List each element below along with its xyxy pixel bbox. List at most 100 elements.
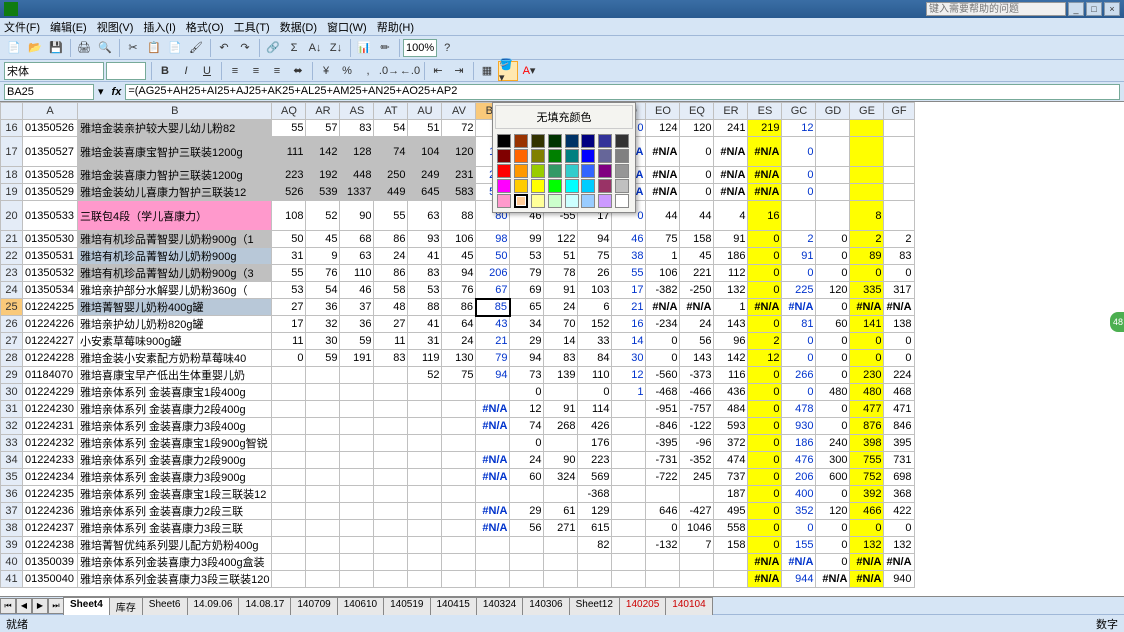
cell[interactable] — [408, 435, 442, 452]
italic-button[interactable]: I — [176, 61, 196, 81]
cell[interactable] — [374, 384, 408, 401]
cell[interactable] — [374, 452, 408, 469]
cell[interactable]: 569 — [578, 469, 612, 486]
cell[interactable]: 0 — [816, 231, 850, 248]
cell[interactable]: 1 — [714, 299, 748, 316]
cell[interactable] — [306, 571, 340, 588]
cell[interactable]: 468 — [884, 384, 914, 401]
cell[interactable]: 11 — [374, 333, 408, 350]
cell[interactable] — [612, 452, 646, 469]
cell[interactable] — [408, 486, 442, 503]
cell[interactable]: -382 — [646, 282, 680, 299]
cell[interactable]: 755 — [850, 452, 884, 469]
row-header[interactable]: 37 — [1, 503, 23, 520]
color-swatch[interactable] — [565, 194, 579, 208]
cell[interactable]: 75 — [646, 231, 680, 248]
cell[interactable]: #N/A — [646, 184, 680, 201]
cell[interactable]: 0 — [816, 350, 850, 367]
cell[interactable]: 645 — [408, 184, 442, 201]
indent-dec-button[interactable]: ⇤ — [428, 61, 448, 81]
cell[interactable] — [476, 486, 510, 503]
cell[interactable]: 940 — [884, 571, 914, 588]
close-button[interactable]: × — [1104, 2, 1120, 16]
row-header[interactable]: 21 — [1, 231, 23, 248]
cell[interactable]: 88 — [408, 299, 442, 316]
cell[interactable] — [646, 571, 680, 588]
cell[interactable]: 139 — [544, 367, 578, 384]
color-swatch[interactable] — [514, 134, 528, 148]
cell[interactable]: 雅培喜康宝早产低出生体重婴儿奶 — [78, 367, 272, 384]
cell[interactable]: 83 — [544, 350, 578, 367]
cell[interactable]: 雅培亲体系列 金装喜康力2段900g — [78, 452, 272, 469]
cell[interactable]: 478 — [782, 401, 816, 418]
cell[interactable]: 1046 — [680, 520, 714, 537]
cell[interactable]: 56 — [680, 333, 714, 350]
cell[interactable]: 0 — [782, 265, 816, 282]
cell[interactable] — [306, 384, 340, 401]
sheet-tab[interactable]: 140415 — [430, 597, 477, 615]
color-swatch[interactable] — [548, 134, 562, 148]
cell[interactable]: 480 — [850, 384, 884, 401]
color-swatch[interactable] — [548, 194, 562, 208]
cell[interactable] — [816, 120, 850, 137]
cell[interactable] — [306, 418, 340, 435]
cell[interactable] — [442, 469, 476, 486]
menu-help[interactable]: 帮助(H) — [377, 19, 414, 35]
merge-button[interactable]: ⬌ — [288, 61, 308, 81]
cell[interactable] — [340, 418, 374, 435]
cell[interactable]: 01224234 — [23, 469, 78, 486]
cell[interactable]: 0 — [816, 367, 850, 384]
color-swatch[interactable] — [497, 194, 511, 208]
cell[interactable]: 0 — [748, 503, 782, 520]
cell[interactable]: 128 — [340, 137, 374, 167]
cell[interactable] — [408, 418, 442, 435]
color-swatch[interactable] — [581, 164, 595, 178]
cell[interactable]: #N/A — [782, 554, 816, 571]
row-header[interactable]: 26 — [1, 316, 23, 333]
col-header-AT[interactable]: AT — [374, 103, 408, 120]
sheet-tab[interactable]: 140610 — [337, 597, 384, 615]
cell[interactable] — [714, 571, 748, 588]
cell[interactable]: #N/A — [884, 299, 914, 316]
cell[interactable]: 21 — [612, 299, 646, 316]
cell[interactable] — [340, 469, 374, 486]
cell[interactable]: 84 — [578, 350, 612, 367]
color-swatch[interactable] — [598, 179, 612, 193]
cell[interactable]: 01350526 — [23, 120, 78, 137]
cell[interactable]: 63 — [340, 248, 374, 265]
paste-button[interactable]: 📄 — [165, 38, 185, 58]
cell[interactable] — [680, 571, 714, 588]
color-swatch[interactable] — [497, 149, 511, 163]
menu-insert[interactable]: 插入(I) — [143, 19, 175, 35]
cell[interactable]: 400 — [782, 486, 816, 503]
cell[interactable] — [544, 554, 578, 571]
cell[interactable] — [884, 137, 914, 167]
indent-inc-button[interactable]: ⇥ — [449, 61, 469, 81]
color-swatch[interactable] — [598, 164, 612, 178]
col-header-GE[interactable]: GE — [850, 103, 884, 120]
cell[interactable]: 104 — [408, 137, 442, 167]
cell[interactable]: 36 — [340, 316, 374, 333]
cell[interactable]: 0 — [884, 265, 914, 282]
cell[interactable]: 111 — [272, 137, 306, 167]
cell[interactable]: 雅培菁智婴儿奶粉400g罐 — [78, 299, 272, 316]
restore-button[interactable]: □ — [1086, 2, 1102, 16]
cell[interactable]: 01224230 — [23, 401, 78, 418]
cell[interactable] — [340, 401, 374, 418]
menu-format[interactable]: 格式(O) — [186, 19, 224, 35]
new-button[interactable]: 📄 — [4, 38, 24, 58]
cell[interactable]: -466 — [680, 384, 714, 401]
cell[interactable]: 0 — [748, 367, 782, 384]
cell[interactable]: 2 — [884, 231, 914, 248]
color-swatch[interactable] — [615, 164, 629, 178]
cell[interactable]: 0 — [748, 486, 782, 503]
cell[interactable] — [544, 384, 578, 401]
cell[interactable] — [442, 401, 476, 418]
cell[interactable]: 55 — [612, 265, 646, 282]
row-header[interactable]: 28 — [1, 350, 23, 367]
cell[interactable]: 0 — [816, 248, 850, 265]
cell[interactable]: 132 — [714, 282, 748, 299]
cell[interactable]: 0 — [816, 418, 850, 435]
tab-first-button[interactable]: ⏮ — [0, 598, 16, 614]
cell[interactable] — [374, 401, 408, 418]
